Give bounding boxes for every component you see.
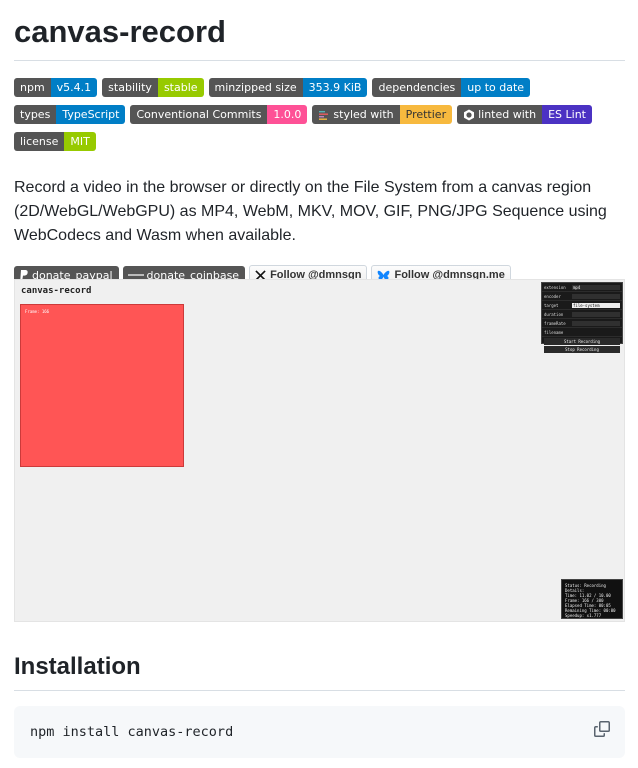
- gui-key: extension: [544, 284, 566, 290]
- badge-value: v5.4.1: [50, 78, 98, 97]
- gui-row: filename: [542, 328, 622, 337]
- gui-key: duration: [544, 311, 564, 317]
- stop-recording-button[interactable]: Stop Recording: [544, 346, 620, 353]
- badge-types[interactable]: types TypeScript: [14, 105, 126, 124]
- install-code-block: npm install canvas-record: [14, 706, 625, 758]
- gui-value[interactable]: file-system: [572, 302, 620, 308]
- gui-row: encoder: [542, 292, 622, 301]
- badge-label: npm: [14, 78, 51, 97]
- gui-row: extension mp4: [542, 283, 622, 292]
- demo-screenshot: canvas-record Frame: 166 extension mp4 en…: [14, 279, 625, 622]
- badge-eslint[interactable]: linted with ES Lint: [457, 105, 592, 124]
- page-title: canvas-record: [14, 0, 625, 61]
- demo-canvas: Frame: 166: [20, 304, 184, 467]
- gui-slider[interactable]: [572, 320, 620, 326]
- readme: canvas-record npm v5.4.1 stability stable …: [0, 0, 638, 285]
- badge-value: ES Lint: [542, 105, 592, 124]
- badge-value: MIT: [64, 132, 96, 151]
- demo-title: canvas-record: [21, 286, 92, 296]
- gui-slider[interactable]: [572, 311, 620, 317]
- badge-value: 353.9 KiB: [302, 78, 368, 97]
- badge-label: styled with: [333, 108, 394, 121]
- gui-row: frameRate: [542, 319, 622, 328]
- description: Record a video in the browser or directl…: [14, 179, 607, 244]
- badge-license[interactable]: license MIT: [14, 132, 96, 151]
- badge-label: license: [14, 132, 65, 151]
- badge-value: up to date: [461, 78, 531, 97]
- badge-value: 1.0.0: [267, 105, 308, 124]
- gui-key: frameRate: [544, 320, 566, 326]
- badge-value: stable: [157, 78, 204, 97]
- prettier-icon: [319, 110, 329, 120]
- badge-label: dependencies: [372, 78, 462, 97]
- copy-icon[interactable]: [594, 721, 610, 737]
- gui-key: target: [544, 302, 559, 308]
- settings-panel: extension mp4 encoder target file-system d…: [541, 282, 623, 353]
- badge-label: Conventional Commits: [130, 105, 268, 124]
- badge-dependencies[interactable]: dependencies up to date: [372, 78, 531, 97]
- badge-label: types: [14, 105, 57, 124]
- gui-value[interactable]: [572, 293, 620, 299]
- badge-row: npm v5.4.1 stability stable minzipped size…: [14, 78, 626, 151]
- gui-key: filename: [544, 329, 564, 335]
- stats-line: Speedup: x1.777: [565, 613, 602, 618]
- badge-value: TypeScript: [56, 105, 126, 124]
- badge-size[interactable]: minzipped size 353.9 KiB: [208, 78, 368, 97]
- start-recording-button[interactable]: Start Recording: [544, 338, 620, 345]
- badge-label: stability: [102, 78, 158, 97]
- install-command[interactable]: npm install canvas-record: [14, 706, 625, 758]
- badge-label: minzipped size: [208, 78, 303, 97]
- gui-key: encoder: [544, 293, 561, 299]
- recording-stats: Status: Recording Details: Time: 11.02 /…: [561, 579, 623, 619]
- gui-row: target file-system: [542, 301, 622, 310]
- installation-heading: Installation: [14, 652, 625, 691]
- badge-npm[interactable]: npm v5.4.1: [14, 78, 98, 97]
- badge-prettier[interactable]: styled with Prettier: [312, 105, 453, 124]
- badge-conventional-commits[interactable]: Conventional Commits 1.0.0: [130, 105, 308, 124]
- eslint-icon: [464, 109, 475, 120]
- badge-value: Prettier: [399, 105, 453, 124]
- frame-counter: Frame: 166: [25, 309, 50, 314]
- badge-label: linted with: [478, 108, 537, 121]
- gui-row: duration: [542, 310, 622, 319]
- coinbase-icon: [127, 274, 144, 276]
- gui-value[interactable]: [572, 330, 620, 335]
- gui-value[interactable]: mp4: [572, 284, 620, 290]
- badge-stability[interactable]: stability stable: [102, 78, 204, 97]
